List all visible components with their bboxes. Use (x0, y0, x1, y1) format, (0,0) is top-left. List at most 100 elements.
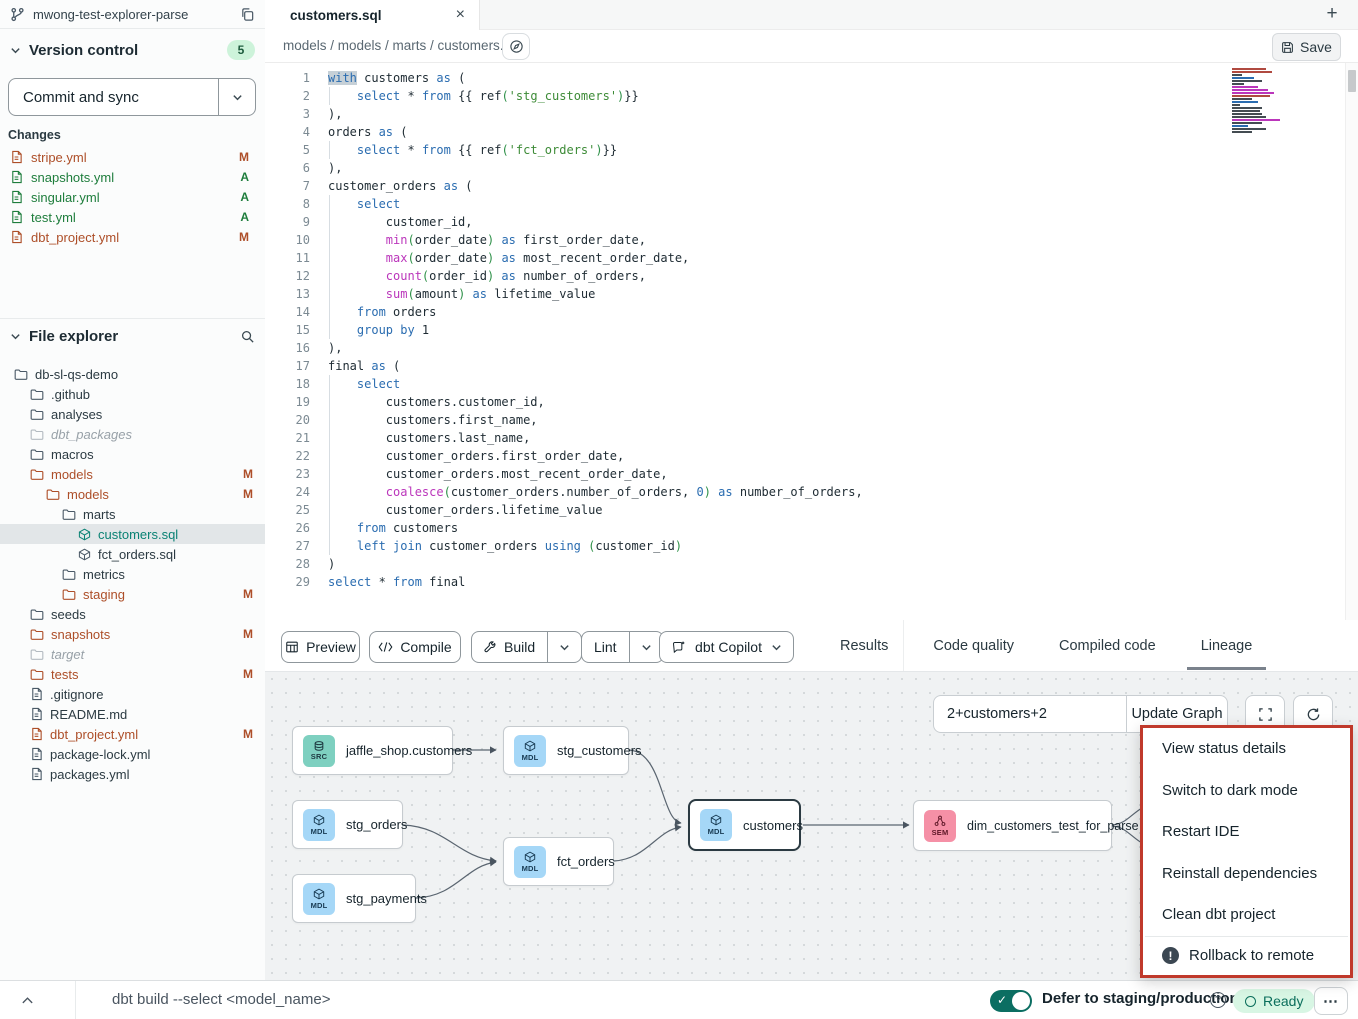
code-line-16[interactable]: 16), (265, 339, 863, 357)
defer-toggle[interactable]: ✓ (990, 990, 1032, 1012)
more-options-button[interactable]: ⋯ (1314, 987, 1348, 1015)
code-line-17[interactable]: 17final as ( (265, 357, 863, 375)
close-tab-icon[interactable]: × (456, 7, 465, 23)
version-control-header[interactable]: Version control 5 (0, 38, 265, 62)
help-icon[interactable]: ? (1210, 992, 1226, 1008)
tree-item-fct-orders-sql[interactable]: fct_orders.sql (0, 544, 265, 564)
code-line-22[interactable]: 22 customer_orders.first_order_date, (265, 447, 863, 465)
tree-item--gitignore[interactable]: .gitignore (0, 684, 265, 704)
lineage-node-stg-orders[interactable]: MDL stg_orders (292, 800, 403, 849)
menu-item-switch-to-dark-mode[interactable]: Switch to dark mode (1143, 770, 1350, 812)
lineage-node-fct-orders[interactable]: MDL fct_orders (503, 837, 614, 886)
code-line-3[interactable]: 3), (265, 105, 863, 123)
new-tab-button[interactable]: + (1320, 2, 1344, 26)
build-button[interactable]: Build (472, 632, 547, 662)
compile-button[interactable]: Compile (369, 631, 461, 663)
expand-command-bar-icon[interactable] (14, 988, 40, 1012)
tree-item-packages-yml[interactable]: packages.yml (0, 764, 265, 784)
editor-scrollbar[interactable] (1345, 63, 1358, 620)
change-item[interactable]: test.ymlA (0, 207, 265, 227)
lint-button[interactable]: Lint (582, 632, 629, 662)
command-input[interactable]: dbt build --select <model_name> (112, 991, 330, 1008)
results-tab-lineage[interactable]: Lineage (1201, 620, 1253, 671)
lint-options-dropdown[interactable] (629, 632, 663, 662)
lineage-node-stg-customers[interactable]: MDL stg_customers (503, 726, 629, 775)
code-editor[interactable]: 1with customers as (2 select * from {{ r… (265, 63, 1358, 620)
code-line-27[interactable]: 27 left join customer_orders using (cust… (265, 537, 863, 555)
tree-item-marts[interactable]: marts (0, 504, 265, 524)
tree-item-models[interactable]: modelsM (0, 464, 265, 484)
code-line-15[interactable]: 15 group by 1 (265, 321, 863, 339)
code-line-18[interactable]: 18 select (265, 375, 863, 393)
file-explorer-header[interactable]: File explorer (0, 324, 265, 348)
lineage-node-customers-selected[interactable]: MDL customers (688, 799, 801, 851)
code-line-11[interactable]: 11 max(order_date) as most_recent_order_… (265, 249, 863, 267)
code-line-8[interactable]: 8 select (265, 195, 863, 213)
scrollbar-thumb[interactable] (1348, 70, 1356, 92)
tree-item-customers-sql[interactable]: customers.sql (0, 524, 265, 544)
results-tab-results[interactable]: Results (840, 620, 888, 671)
tree-item-dbt-project-yml[interactable]: dbt_project.ymlM (0, 724, 265, 744)
minimap[interactable] (1232, 68, 1290, 134)
code-line-20[interactable]: 20 customers.first_name, (265, 411, 863, 429)
code-line-24[interactable]: 24 coalesce(customer_orders.number_of_or… (265, 483, 863, 501)
results-tab-compiled-code[interactable]: Compiled code (1059, 620, 1156, 671)
change-item[interactable]: singular.ymlA (0, 187, 265, 207)
tree-item-target[interactable]: target (0, 644, 265, 664)
code-line-14[interactable]: 14 from orders (265, 303, 863, 321)
tree-item-metrics[interactable]: metrics (0, 564, 265, 584)
tree-item-readme-md[interactable]: README.md (0, 704, 265, 724)
tree-item-staging[interactable]: stagingM (0, 584, 265, 604)
commit-and-sync-button[interactable]: Commit and sync (8, 78, 256, 116)
lineage-node-jaffle-shop-customers[interactable]: SRC jaffle_shop.customers (292, 726, 453, 775)
tree-item-models[interactable]: modelsM (0, 484, 265, 504)
code-line-28[interactable]: 28) (265, 555, 863, 573)
code-line-29[interactable]: 29select * from final (265, 573, 863, 591)
code-line-21[interactable]: 21 customers.last_name, (265, 429, 863, 447)
explore-lineage-button[interactable] (502, 33, 530, 60)
lineage-node-stg-payments[interactable]: MDL stg_payments (292, 874, 416, 923)
dbt-copilot-button[interactable]: dbt Copilot (659, 631, 794, 663)
menu-item-reinstall-dependencies[interactable]: Reinstall dependencies (1143, 853, 1350, 895)
tab-customers-sql[interactable]: customers.sql × (265, 0, 480, 30)
menu-item-clean-dbt-project[interactable]: Clean dbt project (1143, 894, 1350, 936)
lineage-selector-input[interactable]: 2+customers+2 (934, 696, 1127, 732)
code-line-5[interactable]: 5 select * from {{ ref('fct_orders')}} (265, 141, 863, 159)
menu-item-rollback-to-remote[interactable]: ! Rollback to remote (1143, 937, 1350, 975)
search-icon[interactable] (240, 329, 255, 344)
menu-item-view-status-details[interactable]: View status details (1143, 728, 1350, 770)
code-line-23[interactable]: 23 customer_orders.most_recent_order_dat… (265, 465, 863, 483)
tree-item--github[interactable]: .github (0, 384, 265, 404)
preview-button[interactable]: Preview (281, 631, 360, 663)
commit-options-dropdown[interactable] (218, 79, 255, 115)
code-line-9[interactable]: 9 customer_id, (265, 213, 863, 231)
tree-item-snapshots[interactable]: snapshotsM (0, 624, 265, 644)
tree-item-analyses[interactable]: analyses (0, 404, 265, 424)
tree-item-tests[interactable]: testsM (0, 664, 265, 684)
change-item[interactable]: snapshots.ymlA (0, 167, 265, 187)
tree-item-dbt-packages[interactable]: dbt_packages (0, 424, 265, 444)
tree-item-package-lock-yml[interactable]: package-lock.yml (0, 744, 265, 764)
results-tab-code-quality[interactable]: Code quality (933, 620, 1014, 671)
code-line-4[interactable]: 4orders as ( (265, 123, 863, 141)
tree-item-macros[interactable]: macros (0, 444, 265, 464)
tree-item-seeds[interactable]: seeds (0, 604, 265, 624)
code-line-1[interactable]: 1with customers as ( (265, 69, 863, 87)
code-line-13[interactable]: 13 sum(amount) as lifetime_value (265, 285, 863, 303)
code-line-6[interactable]: 6), (265, 159, 863, 177)
code-line-26[interactable]: 26 from customers (265, 519, 863, 537)
menu-item-restart-ide[interactable]: Restart IDE (1143, 811, 1350, 853)
change-item[interactable]: stripe.ymlM (0, 147, 265, 167)
code-line-10[interactable]: 10 min(order_date) as first_order_date, (265, 231, 863, 249)
code-line-12[interactable]: 12 count(order_id) as number_of_orders, (265, 267, 863, 285)
code-line-2[interactable]: 2 select * from {{ ref('stg_customers')}… (265, 87, 863, 105)
change-item[interactable]: dbt_project.ymlM (0, 227, 265, 247)
branch-selector[interactable]: mwong-test-explorer-parse (0, 0, 265, 28)
tree-item-db-sl-qs-demo[interactable]: db-sl-qs-demo (0, 364, 265, 384)
save-button[interactable]: Save (1272, 33, 1341, 61)
code-line-25[interactable]: 25 customer_orders.lifetime_value (265, 501, 863, 519)
lineage-node-dim-customers-test-for-parse[interactable]: SEM dim_customers_test_for_parse (913, 800, 1112, 851)
code-line-7[interactable]: 7customer_orders as ( (265, 177, 863, 195)
code-line-19[interactable]: 19 customers.customer_id, (265, 393, 863, 411)
build-options-dropdown[interactable] (547, 632, 581, 662)
